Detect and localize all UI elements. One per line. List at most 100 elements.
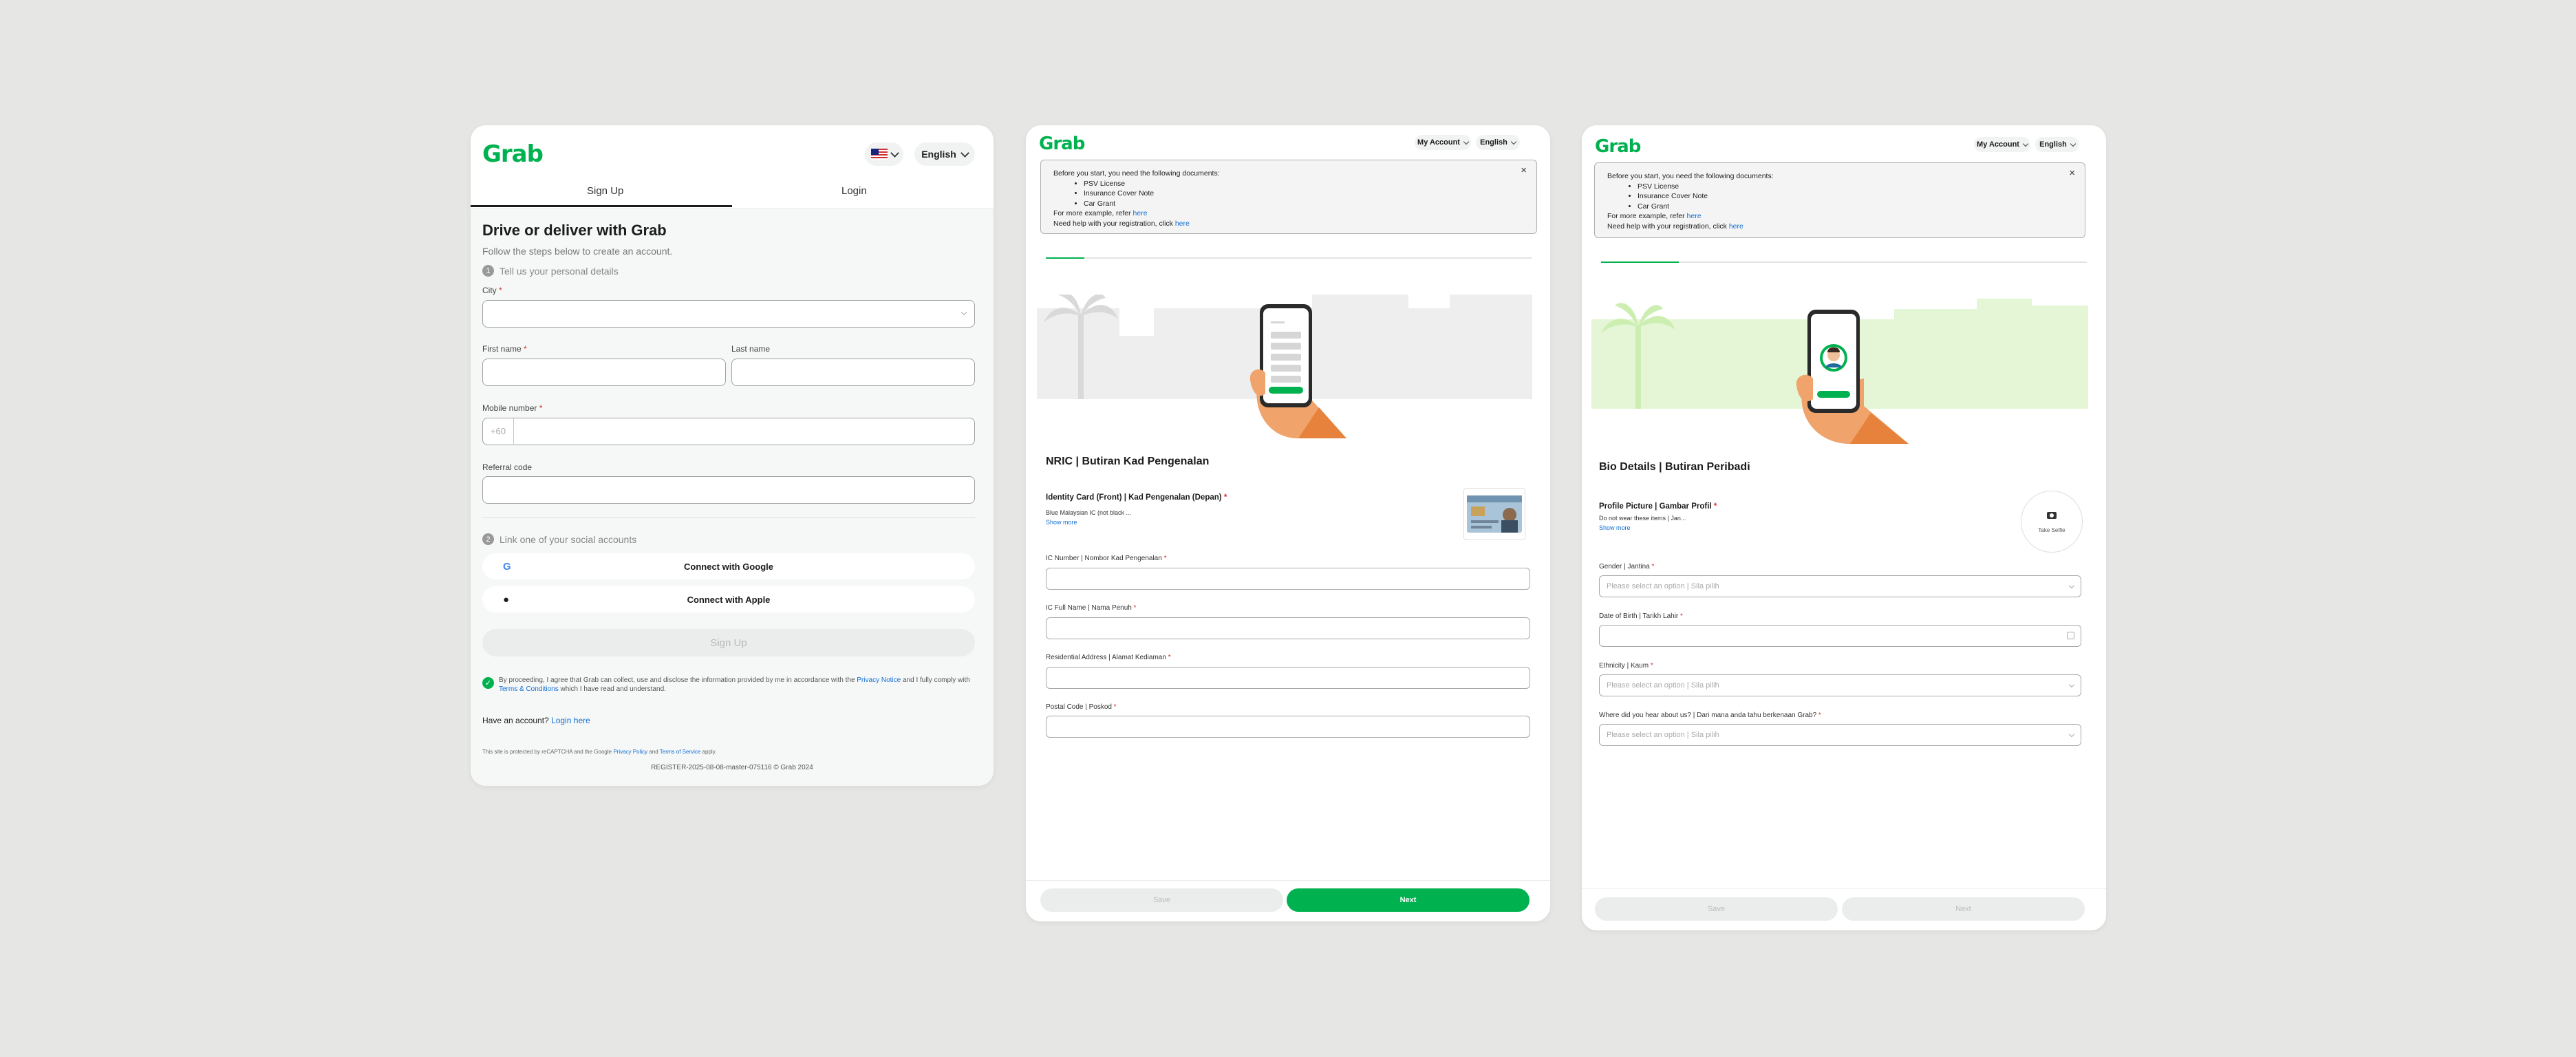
referral-source-select[interactable]: Please select an option | Sila pilih — [1599, 724, 2081, 746]
mobile-input[interactable]: +60 — [482, 418, 975, 445]
take-selfie-label: Take Selfie — [2038, 527, 2065, 533]
my-account-menu[interactable]: My Account — [1974, 137, 2030, 152]
my-account-menu[interactable]: My Account — [1415, 135, 1471, 150]
page-title: Drive or deliver with Grab — [482, 222, 667, 239]
gender-select[interactable]: Please select an option | Sila pilih — [1599, 575, 2081, 597]
take-selfie-button[interactable]: Take Selfie — [2021, 491, 2083, 553]
postal-code-label: Postal Code | Poskod * — [1046, 703, 1117, 711]
chevron-down-icon — [960, 309, 967, 316]
first-name-label: First name * — [482, 344, 527, 354]
language-selector[interactable]: English — [2035, 137, 2079, 152]
last-name-label: Last name — [731, 344, 771, 354]
help-link[interactable]: here — [1175, 220, 1190, 228]
step-number: 1 — [482, 265, 494, 277]
footer-divider — [1026, 880, 1550, 881]
referral-input[interactable] — [482, 476, 975, 504]
step-social-accounts: 2 Link one of your social accounts — [482, 533, 636, 545]
progress-bar — [1046, 257, 1532, 259]
ic-full-name-label: IC Full Name | Nama Penuh * — [1046, 604, 1137, 612]
login-here-link[interactable]: Login here — [551, 716, 590, 725]
list-item: PSV License — [1084, 179, 1524, 189]
terms-of-service-link[interactable]: Terms of Service — [660, 749, 701, 755]
step-label: Link one of your social accounts — [500, 533, 637, 545]
tab-login[interactable]: Login — [841, 185, 867, 197]
city-label: City * — [482, 286, 502, 295]
ic-number-input[interactable] — [1046, 568, 1530, 590]
documents-list: PSV License Insurance Cover Note Car Gra… — [1053, 179, 1524, 209]
date-of-birth-input[interactable] — [1599, 625, 2081, 647]
google-icon: G — [503, 560, 511, 573]
progress-fill — [1601, 261, 1679, 263]
my-account-label: My Account — [1977, 140, 2019, 149]
progress-bar — [1601, 261, 2087, 263]
privacy-notice-link[interactable]: Privacy Notice — [857, 676, 901, 684]
phone-hand-icon — [1249, 304, 1346, 438]
sign-up-button[interactable]: Sign Up — [482, 629, 975, 656]
language-label: English — [921, 149, 956, 160]
example-link[interactable]: here — [1687, 212, 1702, 220]
ic-full-name-input[interactable] — [1046, 617, 1530, 639]
list-item: Car Grant — [1084, 199, 1524, 209]
bio-details-card: Grab My Account English × Before you sta… — [1582, 125, 2106, 930]
show-more-link[interactable]: Show more — [1599, 524, 1631, 531]
close-icon[interactable]: × — [2069, 168, 2075, 179]
save-button[interactable]: Save — [1040, 888, 1283, 912]
section-title: NRIC | Butiran Kad Pengenalan — [1046, 456, 1210, 467]
example-link[interactable]: here — [1133, 209, 1148, 217]
language-selector[interactable]: English — [1476, 135, 1520, 150]
gender-placeholder: Please select an option | Sila pilih — [1607, 582, 1719, 590]
my-account-label: My Account — [1417, 138, 1460, 147]
ethnicity-select[interactable]: Please select an option | Sila pilih — [1599, 674, 2081, 696]
postal-code-input[interactable] — [1046, 716, 1530, 738]
id-card-thumbnail[interactable] — [1463, 488, 1525, 540]
last-name-input[interactable] — [731, 359, 975, 386]
documents-list: PSV License Insurance Cover Note Car Gra… — [1607, 182, 2072, 212]
help-link[interactable]: here — [1729, 222, 1743, 231]
help-text: Need help with your registration, click … — [1053, 219, 1190, 228]
list-item: PSV License — [1638, 182, 2072, 192]
signup-card: Grab English Sign Up Login Drive or deli… — [471, 125, 994, 786]
language-selector[interactable]: English — [914, 142, 975, 166]
show-more-link[interactable]: Show more — [1046, 519, 1077, 526]
list-item: Insurance Cover Note — [1638, 191, 2072, 202]
consent-checkbox[interactable]: ✓ — [482, 677, 494, 689]
language-label: English — [2039, 140, 2067, 149]
next-button[interactable]: Next — [1842, 897, 2085, 921]
country-selector[interactable] — [865, 142, 903, 166]
chevron-down-icon — [2070, 140, 2076, 147]
id-card-front-title: Identity Card (Front) | Kad Pengenalan (… — [1046, 493, 1227, 502]
camera-icon — [2047, 512, 2057, 519]
close-icon[interactable]: × — [1521, 165, 1527, 176]
next-button[interactable]: Next — [1287, 888, 1530, 912]
calendar-icon — [2067, 632, 2074, 639]
grab-logo: Grab — [1595, 136, 1641, 157]
chevron-down-icon — [2068, 681, 2075, 688]
list-item: Insurance Cover Note — [1084, 189, 1524, 199]
signup-header: Grab English Sign Up Login — [471, 125, 994, 209]
tab-sign-up[interactable]: Sign Up — [587, 185, 623, 197]
chevron-down-icon — [1463, 138, 1470, 145]
city-select[interactable] — [482, 300, 975, 328]
terms-link[interactable]: Terms & Conditions — [499, 685, 559, 693]
connect-apple-button[interactable]: ● Connect with Apple — [482, 586, 975, 612]
grab-logo: Grab — [482, 140, 544, 168]
privacy-policy-link[interactable]: Privacy Policy — [613, 749, 647, 755]
first-name-input[interactable] — [482, 359, 726, 386]
language-label: English — [1480, 138, 1507, 147]
divider — [482, 517, 975, 518]
phone-hand-icon — [1795, 310, 1909, 444]
residential-address-input[interactable] — [1046, 667, 1530, 689]
consent-text: By proceeding, I agree that Grab can col… — [499, 676, 970, 693]
residential-address-label: Residential Address | Alamat Kediaman * — [1046, 654, 1171, 661]
more-example-text: For more example, refer here — [1053, 209, 1148, 217]
chevron-down-icon — [2068, 731, 2075, 738]
mobile-label: Mobile number * — [482, 403, 543, 413]
ethnicity-label: Ethnicity | Kaum * — [1599, 662, 1653, 670]
have-account: Have an account? Login here — [482, 716, 590, 725]
chevron-down-icon — [1510, 138, 1517, 145]
connect-google-button[interactable]: G Connect with Google — [482, 553, 975, 579]
chevron-down-icon — [890, 148, 899, 158]
save-button[interactable]: Save — [1595, 897, 1838, 921]
chevron-down-icon — [2022, 140, 2029, 147]
footer-divider — [1582, 888, 2106, 889]
